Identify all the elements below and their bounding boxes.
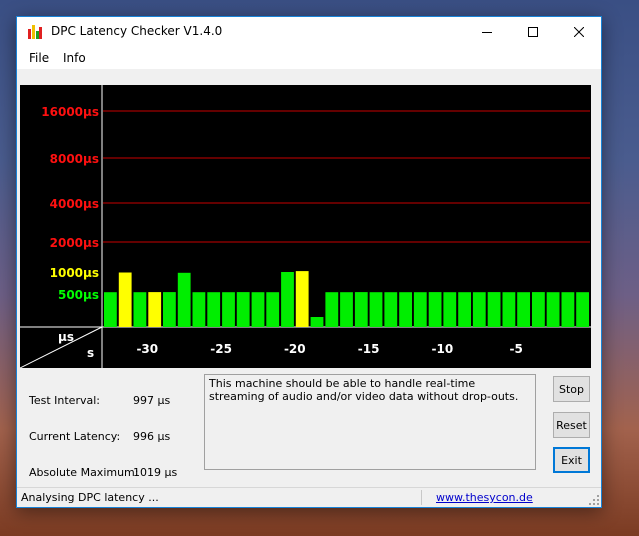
latency-bar — [576, 292, 589, 327]
latency-bar — [369, 292, 383, 327]
y-tick-label: 2000µs — [50, 236, 99, 250]
test-interval-label: Test Interval: — [29, 394, 100, 407]
maximize-icon — [528, 27, 538, 37]
latency-bar — [251, 292, 265, 327]
latency-bar — [517, 292, 530, 327]
latency-bar — [118, 272, 132, 327]
latency-bar — [310, 317, 324, 327]
x-tick-label: -15 — [358, 342, 380, 356]
latency-bar — [163, 292, 176, 327]
x-tick-label: -5 — [510, 342, 523, 356]
minimize-button[interactable] — [464, 17, 510, 47]
close-button[interactable] — [556, 17, 602, 47]
x-tick-label: -25 — [210, 342, 232, 356]
y-tick-label: 8000µs — [50, 152, 99, 166]
latency-bar — [532, 292, 545, 327]
latency-bar — [177, 272, 191, 327]
latency-bar — [487, 292, 501, 327]
latency-bar — [148, 292, 162, 327]
reset-button[interactable]: Reset — [553, 412, 590, 438]
test-interval-value: 997 µs — [133, 394, 171, 407]
menu-file[interactable]: File — [29, 51, 49, 65]
resize-grip-icon[interactable] — [589, 495, 599, 505]
latency-bar — [428, 292, 442, 327]
absolute-maximum-value: 1019 µs — [133, 466, 178, 479]
window-title: DPC Latency Checker V1.4.0 — [51, 24, 223, 38]
app-icon — [28, 25, 42, 39]
latency-bar — [472, 292, 486, 327]
latency-bar — [458, 292, 471, 327]
latency-bar — [354, 292, 368, 327]
close-icon — [574, 27, 584, 37]
latency-bar — [325, 292, 339, 327]
status-message: This machine should be able to handle re… — [204, 374, 536, 470]
latency-bar — [222, 292, 235, 327]
title-bar[interactable]: DPC Latency Checker V1.4.0 — [17, 17, 601, 47]
corner-x-unit: s — [87, 346, 94, 360]
x-tick-label: -30 — [136, 342, 158, 356]
latency-bar — [413, 292, 427, 327]
latency-graph: µs s 16000µs 8000µs 4000µs 2000µs 1000µs 500µ… — [20, 85, 591, 368]
y-tick-label: 4000µs — [50, 197, 99, 211]
y-tick-label: 16000µs — [41, 105, 99, 119]
corner-y-unit: µs — [58, 330, 74, 344]
latency-bar — [546, 292, 560, 327]
latency-bar — [295, 271, 309, 327]
x-tick-label: -20 — [284, 342, 306, 356]
status-bar: Analysing DPC latency ... www.thesycon.d… — [17, 487, 601, 507]
latency-bar — [236, 292, 250, 327]
current-latency-label: Current Latency: — [29, 430, 121, 443]
status-separator — [421, 490, 422, 505]
website-link[interactable]: www.thesycon.de — [436, 491, 533, 504]
menu-info[interactable]: Info — [63, 51, 86, 65]
y-tick-label: 500µs — [58, 288, 99, 302]
latency-bar — [443, 292, 457, 327]
latency-bar — [133, 292, 147, 327]
latency-bar — [104, 292, 117, 327]
latency-bar — [399, 292, 412, 327]
exit-button[interactable]: Exit — [553, 447, 590, 473]
x-tick-label: -10 — [432, 342, 454, 356]
y-tick-label: 1000µs — [50, 266, 99, 280]
current-latency-value: 996 µs — [133, 430, 171, 443]
maximize-button[interactable] — [510, 17, 556, 47]
latency-bar — [207, 292, 221, 327]
latency-bar — [384, 292, 398, 327]
stop-button[interactable]: Stop — [553, 376, 590, 402]
latency-bar — [502, 292, 516, 327]
menu-bar: File Info — [17, 47, 601, 69]
latency-bar — [192, 292, 206, 327]
latency-bar — [281, 272, 294, 327]
latency-bar — [561, 292, 575, 327]
minimize-icon — [482, 32, 492, 33]
absolute-maximum-label: Absolute Maximum: — [29, 466, 139, 479]
app-window: DPC Latency Checker V1.4.0 File Info µs … — [16, 16, 602, 508]
client-area: µs s 16000µs 8000µs 4000µs 2000µs 1000µs 500µ… — [17, 69, 601, 487]
latency-bar — [266, 292, 280, 327]
latency-bar — [340, 292, 353, 327]
status-text: Analysing DPC latency ... — [21, 491, 159, 504]
